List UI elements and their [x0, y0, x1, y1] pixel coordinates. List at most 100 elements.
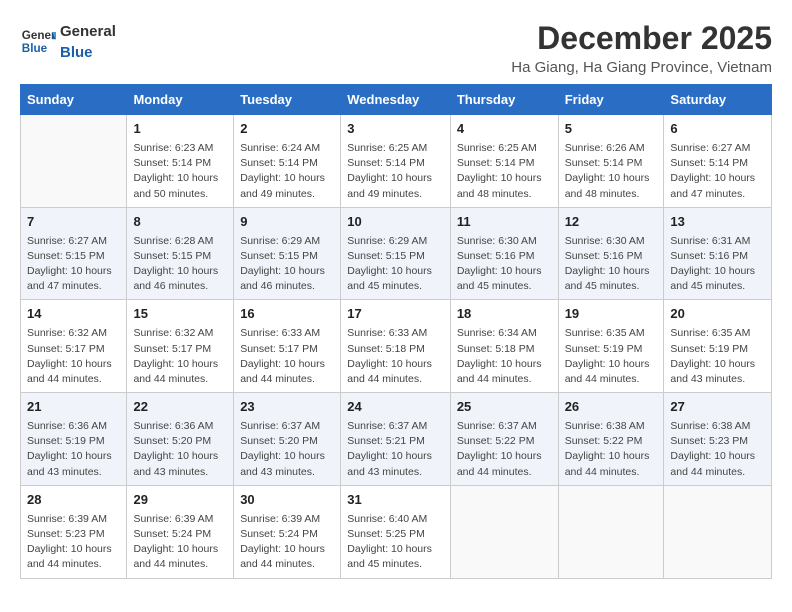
day-info: Sunrise: 6:34 AM Sunset: 5:18 PM Dayligh…: [457, 326, 552, 387]
day-info: Sunrise: 6:37 AM Sunset: 5:21 PM Dayligh…: [347, 419, 444, 480]
day-info: Sunrise: 6:30 AM Sunset: 5:16 PM Dayligh…: [457, 234, 552, 295]
calendar-week-row: 21Sunrise: 6:36 AM Sunset: 5:19 PM Dayli…: [21, 393, 772, 486]
day-info: Sunrise: 6:27 AM Sunset: 5:15 PM Dayligh…: [27, 234, 120, 295]
calendar-day-cell: 11Sunrise: 6:30 AM Sunset: 5:16 PM Dayli…: [450, 207, 558, 300]
calendar-day-cell: 6Sunrise: 6:27 AM Sunset: 5:14 PM Daylig…: [664, 115, 772, 208]
day-number: 9: [240, 213, 334, 232]
calendar-day-cell: 24 Sunrise: 6:37 AM Sunset: 5:21 PM Dayli…: [341, 393, 451, 486]
calendar-day-cell: 12 Sunrise: 6:30 AM Sunset: 5:16 PM Dayli…: [558, 207, 664, 300]
day-number: 13: [670, 213, 765, 232]
calendar-day-cell: 5Sunrise: 6:26 AM Sunset: 5:14 PM Daylig…: [558, 115, 664, 208]
day-number: 26: [565, 398, 658, 417]
day-number: 12: [565, 213, 658, 232]
day-info: Sunrise: 6:24 AM Sunset: 5:14 PM Dayligh…: [240, 141, 334, 202]
day-info: Sunrise: 6:27 AM Sunset: 5:14 PM Dayligh…: [670, 141, 765, 202]
day-info: Sunrise: 6:36 AM Sunset: 5:20 PM Dayligh…: [133, 419, 227, 480]
calendar-day-cell: 3Sunrise: 6:25 AM Sunset: 5:14 PM Daylig…: [341, 115, 451, 208]
calendar-day-cell: 17 Sunrise: 6:33 AM Sunset: 5:18 PM Dayli…: [341, 300, 451, 393]
day-number: 22: [133, 398, 227, 417]
weekday-header: Thursday: [450, 85, 558, 115]
calendar-day-cell: 16Sunrise: 6:33 AM Sunset: 5:17 PM Dayli…: [234, 300, 341, 393]
calendar-week-row: 7 Sunrise: 6:27 AM Sunset: 5:15 PM Daylig…: [21, 207, 772, 300]
calendar-day-cell: 22 Sunrise: 6:36 AM Sunset: 5:20 PM Dayli…: [127, 393, 234, 486]
day-info: Sunrise: 6:37 AM Sunset: 5:22 PM Dayligh…: [457, 419, 552, 480]
calendar-day-cell: 1 Sunrise: 6:23 AM Sunset: 5:14 PM Daylig…: [127, 115, 234, 208]
weekday-header: Friday: [558, 85, 664, 115]
day-info: Sunrise: 6:39 AM Sunset: 5:24 PM Dayligh…: [240, 512, 334, 573]
day-number: 3: [347, 120, 444, 139]
title-section: December 2025 Ha Giang, Ha Giang Provinc…: [511, 20, 772, 76]
calendar-day-cell: 21Sunrise: 6:36 AM Sunset: 5:19 PM Dayli…: [21, 393, 127, 486]
day-number: 15: [133, 305, 227, 324]
calendar-day-cell: 2Sunrise: 6:24 AM Sunset: 5:14 PM Daylig…: [234, 115, 341, 208]
logo-general: General: [60, 23, 116, 40]
day-number: 19: [565, 305, 658, 324]
page-container: General Blue General Blue December 2025 …: [20, 20, 772, 579]
day-number: 17: [347, 305, 444, 324]
calendar-day-cell: 18 Sunrise: 6:34 AM Sunset: 5:18 PM Dayli…: [450, 300, 558, 393]
calendar-day-cell: 15Sunrise: 6:32 AM Sunset: 5:17 PM Dayli…: [127, 300, 234, 393]
svg-text:Blue: Blue: [22, 42, 48, 55]
weekday-header: Tuesday: [234, 85, 341, 115]
day-number: 1: [133, 120, 227, 139]
day-info: Sunrise: 6:23 AM Sunset: 5:14 PM Dayligh…: [133, 141, 227, 202]
calendar-day-cell: 27Sunrise: 6:38 AM Sunset: 5:23 PM Dayli…: [664, 393, 772, 486]
calendar-day-cell: [21, 115, 127, 208]
calendar-day-cell: 25 Sunrise: 6:37 AM Sunset: 5:22 PM Dayli…: [450, 393, 558, 486]
day-number: 14: [27, 305, 120, 324]
day-info: Sunrise: 6:39 AM Sunset: 5:24 PM Dayligh…: [133, 512, 227, 573]
day-info: Sunrise: 6:35 AM Sunset: 5:19 PM Dayligh…: [670, 326, 765, 387]
calendar-day-cell: [450, 485, 558, 578]
day-number: 23: [240, 398, 334, 417]
weekday-header: Saturday: [664, 85, 772, 115]
logo-icon: General Blue: [20, 23, 56, 59]
day-info: Sunrise: 6:38 AM Sunset: 5:23 PM Dayligh…: [670, 419, 765, 480]
day-number: 7: [27, 213, 120, 232]
calendar-day-cell: 14 Sunrise: 6:32 AM Sunset: 5:17 PM Dayli…: [21, 300, 127, 393]
calendar-day-cell: 30 Sunrise: 6:39 AM Sunset: 5:24 PM Dayli…: [234, 485, 341, 578]
calendar-day-cell: 9 Sunrise: 6:29 AM Sunset: 5:15 PM Daylig…: [234, 207, 341, 300]
calendar-day-cell: 13Sunrise: 6:31 AM Sunset: 5:16 PM Dayli…: [664, 207, 772, 300]
day-info: Sunrise: 6:33 AM Sunset: 5:17 PM Dayligh…: [240, 326, 334, 387]
day-number: 29: [133, 491, 227, 510]
day-info: Sunrise: 6:29 AM Sunset: 5:15 PM Dayligh…: [240, 234, 334, 295]
calendar-day-cell: 10Sunrise: 6:29 AM Sunset: 5:15 PM Dayli…: [341, 207, 451, 300]
calendar-week-row: 1 Sunrise: 6:23 AM Sunset: 5:14 PM Daylig…: [21, 115, 772, 208]
day-info: Sunrise: 6:37 AM Sunset: 5:20 PM Dayligh…: [240, 419, 334, 480]
month-title: December 2025: [511, 20, 772, 57]
calendar-day-cell: [664, 485, 772, 578]
calendar-table: SundayMondayTuesdayWednesdayThursdayFrid…: [20, 84, 772, 579]
day-info: Sunrise: 6:32 AM Sunset: 5:17 PM Dayligh…: [27, 326, 120, 387]
calendar-day-cell: 20 Sunrise: 6:35 AM Sunset: 5:19 PM Dayli…: [664, 300, 772, 393]
calendar-day-cell: 19 Sunrise: 6:35 AM Sunset: 5:19 PM Dayli…: [558, 300, 664, 393]
logo: General Blue General Blue: [20, 20, 116, 62]
weekday-header: Monday: [127, 85, 234, 115]
day-info: Sunrise: 6:38 AM Sunset: 5:22 PM Dayligh…: [565, 419, 658, 480]
calendar-week-row: 28Sunrise: 6:39 AM Sunset: 5:23 PM Dayli…: [21, 485, 772, 578]
day-info: Sunrise: 6:36 AM Sunset: 5:19 PM Dayligh…: [27, 419, 120, 480]
day-info: Sunrise: 6:30 AM Sunset: 5:16 PM Dayligh…: [565, 234, 658, 295]
day-info: Sunrise: 6:25 AM Sunset: 5:14 PM Dayligh…: [457, 141, 552, 202]
day-number: 31: [347, 491, 444, 510]
day-number: 20: [670, 305, 765, 324]
logo-blue: Blue: [60, 44, 93, 61]
day-number: 10: [347, 213, 444, 232]
day-number: 4: [457, 120, 552, 139]
logo-text: General Blue: [60, 20, 116, 62]
day-number: 18: [457, 305, 552, 324]
svg-text:General: General: [22, 29, 56, 42]
day-number: 24: [347, 398, 444, 417]
location-title: Ha Giang, Ha Giang Province, Vietnam: [511, 59, 772, 76]
calendar-week-row: 14 Sunrise: 6:32 AM Sunset: 5:17 PM Dayli…: [21, 300, 772, 393]
day-info: Sunrise: 6:26 AM Sunset: 5:14 PM Dayligh…: [565, 141, 658, 202]
day-info: Sunrise: 6:35 AM Sunset: 5:19 PM Dayligh…: [565, 326, 658, 387]
calendar-day-cell: 26 Sunrise: 6:38 AM Sunset: 5:22 PM Dayli…: [558, 393, 664, 486]
weekday-header: Wednesday: [341, 85, 451, 115]
day-info: Sunrise: 6:40 AM Sunset: 5:25 PM Dayligh…: [347, 512, 444, 573]
day-number: 30: [240, 491, 334, 510]
day-info: Sunrise: 6:28 AM Sunset: 5:15 PM Dayligh…: [133, 234, 227, 295]
day-number: 8: [133, 213, 227, 232]
calendar-day-cell: 31 Sunrise: 6:40 AM Sunset: 5:25 PM Dayli…: [341, 485, 451, 578]
day-info: Sunrise: 6:33 AM Sunset: 5:18 PM Dayligh…: [347, 326, 444, 387]
day-number: 25: [457, 398, 552, 417]
